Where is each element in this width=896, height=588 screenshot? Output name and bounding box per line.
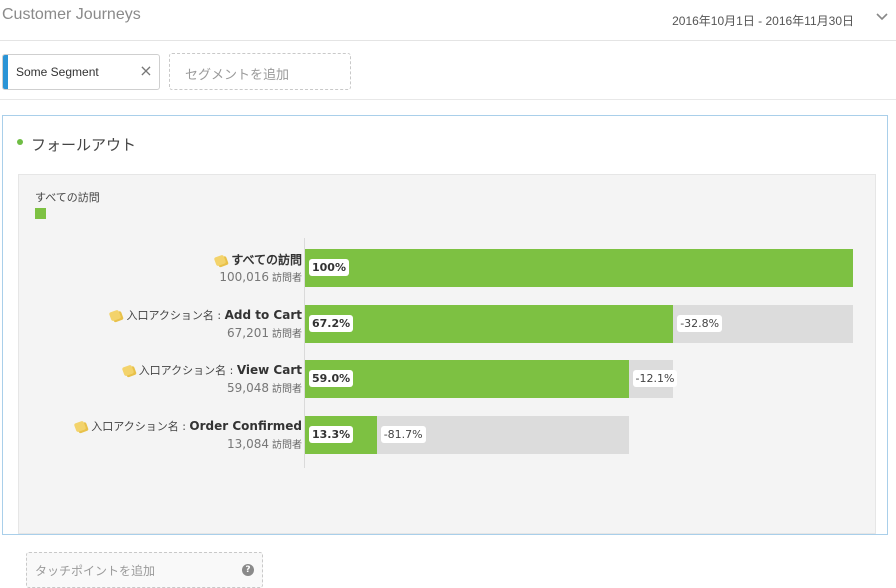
step-count-unit: 訪問者 xyxy=(272,384,302,396)
step-name: Order Confirmed xyxy=(189,419,302,434)
add-touchpoint-placeholder: タッチポイントを追加 xyxy=(35,564,156,578)
step-count-value: 13,084 xyxy=(227,437,269,452)
step-bar[interactable]: 100% xyxy=(305,249,853,287)
add-segment-placeholder: セグメントを追加 xyxy=(185,68,290,83)
dropoff-bar[interactable]: -81.7% xyxy=(376,416,629,455)
add-segment-zone[interactable]: セグメントを追加 xyxy=(169,53,351,90)
tag-icon xyxy=(109,309,122,322)
step-prefix: 入口アクション名 : xyxy=(138,364,237,378)
tag-icon xyxy=(74,420,87,433)
report-header: Customer Journeys 2016年10月1日 - 2016年11月3… xyxy=(0,0,896,41)
legend-label: すべての訪問 xyxy=(35,191,100,204)
step-count: 100,016 訪問者 xyxy=(219,269,302,284)
step-label[interactable]: 入口アクション名 : View Cart xyxy=(121,362,302,378)
segment-label: Some Segment xyxy=(16,65,99,79)
step-percent: 13.3% xyxy=(309,426,354,444)
step-count-value: 100,016 xyxy=(219,270,269,284)
step-percent: 100% xyxy=(309,259,349,276)
step-count: 59,048 訪問者 xyxy=(227,380,302,395)
step-name: Add to Cart xyxy=(224,307,302,322)
step-prefix: 入口アクション名 : xyxy=(126,308,225,322)
dropoff-percent: -12.1% xyxy=(632,370,678,388)
step-count-value: 67,201 xyxy=(227,325,269,340)
legend-swatch xyxy=(35,208,46,219)
step-bar[interactable]: 59.0% xyxy=(305,360,629,399)
fallout-visualization: すべての訪問 すべての訪問 100,016 訪問者 100% 入口アクション名 : Ad… xyxy=(18,174,876,534)
step-label[interactable]: 入口アクション名 : Order Confirmed xyxy=(74,418,302,434)
step-count-value: 59,048 xyxy=(227,381,269,396)
step-count: 13,084 訪問者 xyxy=(227,436,302,451)
help-icon[interactable]: ? xyxy=(242,564,254,576)
dropoff-percent: -81.7% xyxy=(380,426,426,444)
tag-icon xyxy=(121,364,134,377)
step-label[interactable]: すべての訪問 xyxy=(214,251,302,268)
step-count-unit: 訪問者 xyxy=(272,328,302,340)
project-title[interactable]: Customer Journeys xyxy=(2,6,141,24)
step-count: 67,201 訪問者 xyxy=(227,325,302,340)
close-icon[interactable]: × xyxy=(139,63,153,79)
add-touchpoint-zone[interactable]: タッチポイントを追加 ? xyxy=(26,552,263,588)
step-percent: 59.0% xyxy=(309,370,354,388)
panel-title[interactable]: フォールアウト xyxy=(31,134,136,155)
dropoff-bar[interactable]: -32.8% xyxy=(673,304,853,343)
fallout-panel: フォールアウト すべての訪問 すべての訪問 100,016 訪問者 100% 入口アクシ… xyxy=(2,115,888,588)
dropoff-percent: -32.8% xyxy=(677,314,723,332)
drag-handle[interactable] xyxy=(3,55,8,89)
chevron-down-icon[interactable] xyxy=(876,10,888,22)
step-name: View Cart xyxy=(236,363,302,378)
segment-drop-zone: Some Segment × セグメントを追加 xyxy=(0,41,896,100)
segment-pill[interactable]: Some Segment × xyxy=(2,54,160,90)
dropoff-bar[interactable]: -12.1% xyxy=(628,360,678,399)
step-percent: 67.2% xyxy=(309,314,354,332)
step-prefix: 入口アクション名 : xyxy=(91,420,190,434)
panel-status-dot xyxy=(17,139,23,145)
step-bar[interactable]: 13.3% xyxy=(305,416,377,455)
step-label[interactable]: 入口アクション名 : Add to Cart xyxy=(109,307,302,323)
date-range-picker[interactable]: 2016年10月1日 - 2016年11月30日 xyxy=(672,12,854,29)
step-name: すべての訪問 xyxy=(231,253,302,267)
tag-icon xyxy=(214,254,227,267)
step-count-unit: 訪問者 xyxy=(272,440,302,452)
step-bar[interactable]: 67.2% xyxy=(305,304,674,343)
step-count-unit: 訪問者 xyxy=(272,273,302,284)
